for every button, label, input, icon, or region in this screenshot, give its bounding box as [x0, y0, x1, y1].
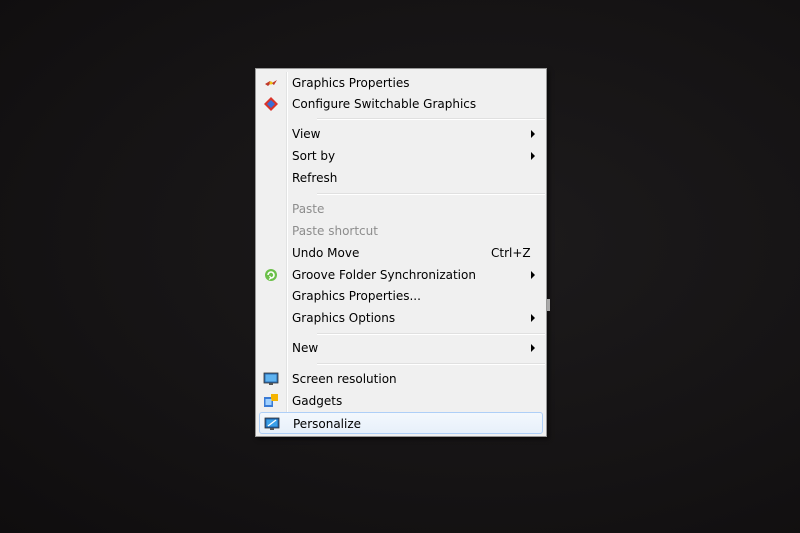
menu-item-gadgets[interactable]: Gadgets: [259, 390, 543, 412]
menu-item-refresh[interactable]: Refresh: [259, 167, 543, 189]
menu-item-label: Refresh: [292, 171, 338, 185]
submenu-arrow-icon: [531, 271, 535, 279]
menu-item-label: Personalize: [293, 417, 362, 431]
menu-separator: [317, 118, 545, 120]
screen-resolution-icon: [263, 371, 279, 387]
personalize-icon: [264, 416, 280, 432]
menu-separator: [317, 193, 545, 195]
menu-item-undo-move[interactable]: Undo Move Ctrl+Z: [259, 242, 543, 264]
background-highlight-mark: [547, 299, 550, 311]
groove-icon: [263, 267, 279, 283]
menu-item-graphics-properties-dialog[interactable]: Graphics Properties...: [259, 285, 543, 307]
menu-item-label: Configure Switchable Graphics: [292, 97, 477, 111]
menu-item-label: Graphics Options: [292, 311, 396, 325]
menu-item-paste[interactable]: Paste: [259, 198, 543, 220]
menu-item-label: New: [292, 341, 319, 355]
menu-separator: [317, 363, 545, 365]
menu-item-groove-folder-synchronization[interactable]: Groove Folder Synchronization: [259, 264, 543, 286]
menu-item-view[interactable]: View: [259, 123, 543, 145]
submenu-arrow-icon: [531, 130, 535, 138]
menu-item-label: Graphics Properties...: [292, 289, 421, 303]
submenu-arrow-icon: [531, 152, 535, 160]
menu-item-label: Undo Move: [292, 246, 360, 260]
menu-item-sort-by[interactable]: Sort by: [259, 145, 543, 167]
menu-item-new[interactable]: New: [259, 337, 543, 359]
menu-separator: [317, 333, 545, 335]
graphics-properties-icon: [263, 75, 279, 91]
menu-item-personalize[interactable]: Personalize: [259, 412, 543, 434]
switchable-graphics-icon: [263, 96, 279, 112]
menu-item-label: Screen resolution: [292, 372, 397, 386]
menu-item-label: Graphics Properties: [292, 76, 410, 90]
menu-item-label: Gadgets: [292, 394, 343, 408]
menu-item-shortcut: Ctrl+Z: [491, 246, 531, 260]
submenu-arrow-icon: [531, 344, 535, 352]
submenu-arrow-icon: [531, 314, 535, 322]
menu-item-label: View: [292, 127, 321, 141]
desktop-context-menu: Graphics Properties Configure Switchable…: [255, 68, 547, 437]
menu-item-screen-resolution[interactable]: Screen resolution: [259, 368, 543, 390]
menu-item-configure-switchable-graphics[interactable]: Configure Switchable Graphics: [259, 93, 543, 115]
desktop-background[interactable]: Graphics Properties Configure Switchable…: [0, 0, 800, 533]
menu-item-label: Paste shortcut: [292, 224, 378, 238]
menu-item-paste-shortcut[interactable]: Paste shortcut: [259, 220, 543, 242]
menu-item-label: Groove Folder Synchronization: [292, 268, 476, 282]
menu-item-graphics-options[interactable]: Graphics Options: [259, 307, 543, 329]
menu-item-label: Paste: [292, 202, 325, 216]
gadgets-icon: [263, 393, 279, 409]
menu-item-graphics-properties[interactable]: Graphics Properties: [259, 72, 543, 94]
menu-item-label: Sort by: [292, 149, 336, 163]
